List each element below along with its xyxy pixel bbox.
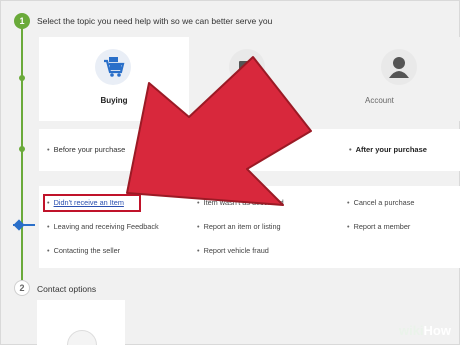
watermark: wikiHow — [398, 323, 451, 338]
step-2-title: Contact options — [37, 284, 97, 294]
topic-card-buying[interactable]: Buying — [39, 37, 189, 121]
topic-label: Buying — [100, 96, 128, 105]
cash-icon — [229, 49, 265, 85]
step-rail — [21, 25, 23, 280]
issue-report-item[interactable]: • Report an item or listing — [197, 222, 281, 231]
subtopic-before-purchase[interactable]: • Before your purchase — [47, 145, 125, 154]
shopping-cart-icon — [95, 49, 131, 85]
contact-icon — [67, 330, 97, 345]
rail-dot — [19, 146, 25, 152]
topic-label: Selling — [253, 96, 278, 105]
rail-dot — [19, 75, 25, 81]
step-1-indicator: 1 — [14, 13, 30, 29]
topic-card-selling[interactable]: Selling — [189, 37, 339, 121]
step-1-title: Select the topic you need help with so w… — [37, 16, 273, 26]
issue-cancel-purchase[interactable]: • Cancel a purchase — [347, 198, 414, 207]
user-icon — [381, 49, 417, 85]
issue-contact-seller[interactable]: • Contacting the seller — [47, 246, 120, 255]
step-2-indicator: 2 — [14, 280, 30, 296]
topic-label: Account — [365, 96, 394, 105]
highlight-box — [43, 194, 141, 212]
subtopic-row: • Before your purchase • After your purcha… — [39, 129, 460, 171]
help-page: 1 Select the topic you need help with so… — [0, 0, 460, 345]
issue-not-as-described[interactable]: • Item wasn't as described — [197, 198, 284, 207]
issue-feedback[interactable]: • Leaving and receiving Feedback — [47, 222, 159, 231]
issue-vehicle-fraud[interactable]: • Report vehicle fraud — [197, 246, 269, 255]
contact-option-card[interactable] — [37, 300, 125, 345]
issue-report-member[interactable]: • Report a member — [347, 222, 410, 231]
topic-card-account[interactable]: Account — [339, 37, 460, 121]
subtopic-after-purchase[interactable]: • After your purchase — [349, 145, 427, 154]
